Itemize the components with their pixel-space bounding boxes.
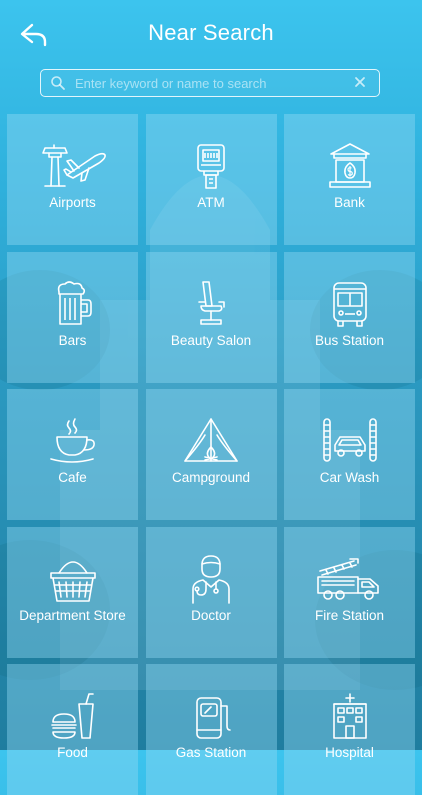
category-label: Food bbox=[57, 745, 88, 760]
beer-mug-icon bbox=[37, 280, 109, 330]
category-tile-hospital[interactable]: Hospital bbox=[284, 664, 415, 795]
category-tile-bus-station[interactable]: Bus Station bbox=[284, 251, 415, 383]
category-tile-fire-station[interactable]: Fire Station bbox=[284, 526, 415, 658]
salon-chair-icon bbox=[175, 280, 247, 330]
category-tile-cafe[interactable]: Cafe bbox=[7, 389, 138, 520]
category-tile-bank[interactable]: Bank bbox=[284, 114, 415, 245]
category-tile-bars[interactable]: Bars bbox=[7, 251, 138, 383]
tent-icon bbox=[175, 417, 247, 467]
fire-truck-icon bbox=[314, 555, 386, 605]
basket-icon bbox=[37, 555, 109, 605]
doctor-icon bbox=[175, 555, 247, 605]
atm-icon bbox=[175, 142, 247, 192]
bank-icon bbox=[314, 142, 386, 192]
header: Near Search bbox=[0, 0, 422, 68]
search-icon bbox=[51, 76, 65, 90]
category-label: Airports bbox=[49, 195, 96, 210]
category-label: Fire Station bbox=[314, 607, 385, 623]
coffee-cup-icon bbox=[37, 417, 109, 467]
hospital-icon bbox=[314, 692, 386, 742]
category-label: Campground bbox=[171, 470, 251, 485]
car-wash-icon bbox=[314, 417, 386, 467]
page-title: Near Search bbox=[148, 20, 274, 45]
category-label: Beauty Salon bbox=[170, 332, 252, 348]
category-grid: Airports ATM Bank Bars Beauty Salon Bus … bbox=[7, 114, 415, 795]
category-tile-department-store[interactable]: Department Store bbox=[7, 526, 138, 658]
category-tile-food[interactable]: Food bbox=[7, 664, 138, 795]
category-label: Bank bbox=[334, 195, 365, 210]
category-label: Hospital bbox=[325, 745, 374, 760]
category-label: Bars bbox=[58, 332, 87, 348]
category-label: ATM bbox=[197, 195, 225, 210]
airport-icon bbox=[37, 142, 109, 192]
category-label: Department Store bbox=[19, 607, 126, 623]
category-tile-airports[interactable]: Airports bbox=[7, 114, 138, 245]
fast-food-icon bbox=[37, 692, 109, 742]
category-tile-beauty-salon[interactable]: Beauty Salon bbox=[145, 251, 277, 383]
category-tile-car-wash[interactable]: Car Wash bbox=[284, 389, 415, 520]
close-icon[interactable] bbox=[353, 75, 367, 89]
category-tile-atm[interactable]: ATM bbox=[145, 114, 277, 245]
category-tile-campground[interactable]: Campground bbox=[145, 389, 277, 520]
category-tile-gas-station[interactable]: Gas Station bbox=[145, 664, 277, 795]
search-bar[interactable] bbox=[40, 69, 380, 97]
category-label: Doctor bbox=[191, 607, 231, 623]
category-label: Car Wash bbox=[319, 470, 380, 485]
gas-pump-icon bbox=[175, 692, 247, 742]
category-label: Cafe bbox=[58, 470, 87, 485]
category-label: Gas Station bbox=[175, 745, 247, 760]
search-input[interactable] bbox=[75, 72, 345, 94]
category-tile-doctor[interactable]: Doctor bbox=[145, 526, 277, 658]
category-label: Bus Station bbox=[314, 332, 385, 348]
bus-icon bbox=[314, 280, 386, 330]
